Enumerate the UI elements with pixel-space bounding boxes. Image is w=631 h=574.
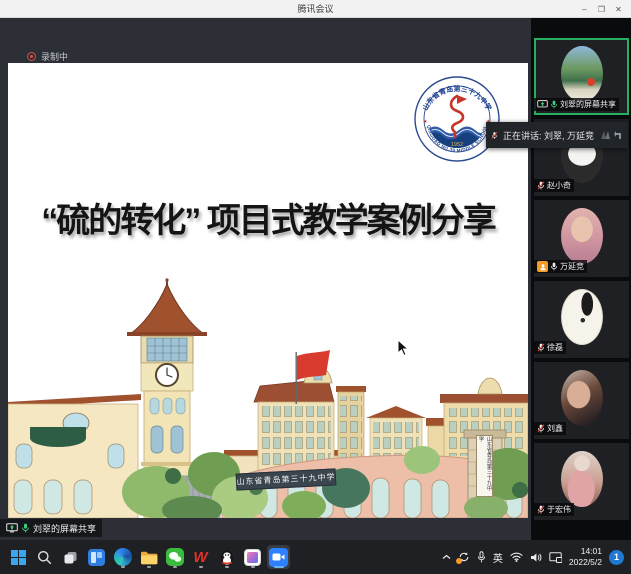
participant-name: 刘翠的屏幕共享	[560, 99, 616, 110]
qq-icon[interactable]	[215, 545, 238, 569]
toast-decor-icons	[599, 129, 623, 141]
avatar	[561, 289, 603, 345]
chevron-up-icon[interactable]	[442, 554, 451, 560]
participant-name: 徐磊	[547, 342, 563, 353]
clock-date: 2022/5/2	[569, 557, 602, 567]
presenter-chip: 刘翠的屏幕共享	[0, 519, 102, 537]
window-title: 腾讯会议	[297, 2, 333, 15]
restore-button[interactable]: ❐	[593, 0, 610, 18]
host-badge-icon	[537, 261, 548, 272]
school-logo: 山东省青岛第三十九中学 ★ ★ 1952 QINGDAO NO.39 MIDDL…	[414, 76, 500, 162]
participant-name: 于宏伟	[547, 504, 571, 515]
avatar	[561, 451, 603, 507]
mouse-cursor	[397, 339, 409, 357]
logo-year: 1952	[451, 142, 463, 148]
slide-title: “硫的转化” 项目式教学案例分享	[8, 193, 528, 242]
recording-label: 录制中	[41, 50, 68, 63]
mic-muted-icon	[491, 130, 498, 141]
mic-on-icon	[550, 262, 558, 271]
speaking-toast-text: 正在讲话: 刘翠, 万延竞	[503, 129, 594, 142]
participants-sidebar: 刘翠的屏幕共享 赵小奇	[531, 18, 631, 540]
taskbar-clock[interactable]: 14:01 2022/5/2	[569, 546, 602, 568]
minimize-button[interactable]: –	[576, 0, 593, 18]
avatar	[561, 208, 603, 264]
wechat-icon[interactable]	[163, 545, 186, 569]
tencent-meeting-icon[interactable]	[267, 545, 290, 569]
wifi-icon[interactable]	[510, 552, 523, 562]
participant-name: 刘鑫	[547, 423, 563, 434]
windows-taskbar: W 英	[0, 540, 631, 574]
participant-label: 于宏伟	[534, 503, 574, 516]
notification-badge[interactable]: 1	[609, 550, 624, 565]
participant-tile-liucui-share[interactable]: 刘翠的屏幕共享	[534, 38, 629, 115]
window-controls: – ❐ ✕	[576, 0, 627, 18]
participant-tile-xulei[interactable]: 徐磊	[534, 281, 629, 358]
close-button[interactable]: ✕	[610, 0, 627, 18]
presentation-slide: 山东省青岛第三十九中学 ★ ★ 1952 QINGDAO NO.39 MIDDL…	[8, 63, 528, 518]
participant-tile-wanyanjing[interactable]: 万延竞	[534, 200, 629, 277]
task-view-icon[interactable]	[59, 545, 82, 569]
participant-tile-liuxin[interactable]: 刘鑫	[534, 362, 629, 439]
speaker-icon[interactable]	[530, 552, 542, 563]
mic-muted-icon	[537, 424, 545, 433]
microphone-icon[interactable]	[477, 551, 486, 563]
participant-name: 万延竞	[560, 261, 584, 272]
taskbar-apps: W	[0, 545, 290, 569]
participant-label: 刘鑫	[534, 422, 566, 435]
participant-label: 刘翠的屏幕共享	[534, 98, 619, 111]
mic-muted-icon	[537, 505, 545, 514]
windows-start-icon[interactable]	[7, 545, 30, 569]
school-pillar-sign: 山东省青岛第三十九中学	[476, 435, 493, 497]
search-icon[interactable]	[33, 545, 56, 569]
meeting-app-area: 录制中 山东省青岛第三十九中学 ★ ★	[0, 18, 631, 540]
mic-on-icon	[550, 100, 558, 109]
logo-star-left: ★	[423, 119, 428, 125]
clock-time: 14:01	[581, 546, 602, 556]
mic-muted-icon	[537, 343, 545, 352]
wps-icon[interactable]: W	[189, 545, 212, 569]
participant-label: 万延竞	[534, 260, 587, 273]
participant-name: 赵小奇	[547, 180, 571, 191]
screen-share-icon	[6, 523, 18, 533]
system-tray: 英 14:01 2022/5/2 1	[442, 546, 631, 568]
record-icon	[27, 52, 36, 61]
presenter-chip-label: 刘翠的屏幕共享	[33, 522, 96, 535]
recording-indicator: 录制中	[27, 50, 68, 63]
titlebar: 腾讯会议 – ❐ ✕	[0, 0, 631, 18]
mic-on-icon	[21, 523, 30, 533]
cast-icon[interactable]	[549, 552, 562, 563]
update-sync-icon[interactable]	[458, 551, 470, 563]
participant-label: 赵小奇	[534, 179, 574, 192]
shared-screen-area: 录制中 山东省青岛第三十九中学 ★ ★	[0, 18, 531, 540]
widgets-icon[interactable]	[85, 545, 108, 569]
file-explorer-icon[interactable]	[137, 545, 160, 569]
avatar	[561, 370, 603, 426]
meeting-window: 腾讯会议 – ❐ ✕ 录制中	[0, 0, 631, 574]
participant-label: 徐磊	[534, 341, 566, 354]
screen-share-icon	[537, 100, 548, 109]
avatar	[561, 46, 603, 102]
mic-muted-icon	[537, 181, 545, 190]
edge-browser-icon[interactable]	[111, 545, 134, 569]
participant-tile-yuhongwei[interactable]: 于宏伟	[534, 443, 629, 520]
photos-app-icon[interactable]	[241, 545, 264, 569]
speaking-toast[interactable]: 正在讲话: 刘翠, 万延竞	[486, 122, 628, 148]
ime-indicator[interactable]: 英	[493, 550, 503, 565]
